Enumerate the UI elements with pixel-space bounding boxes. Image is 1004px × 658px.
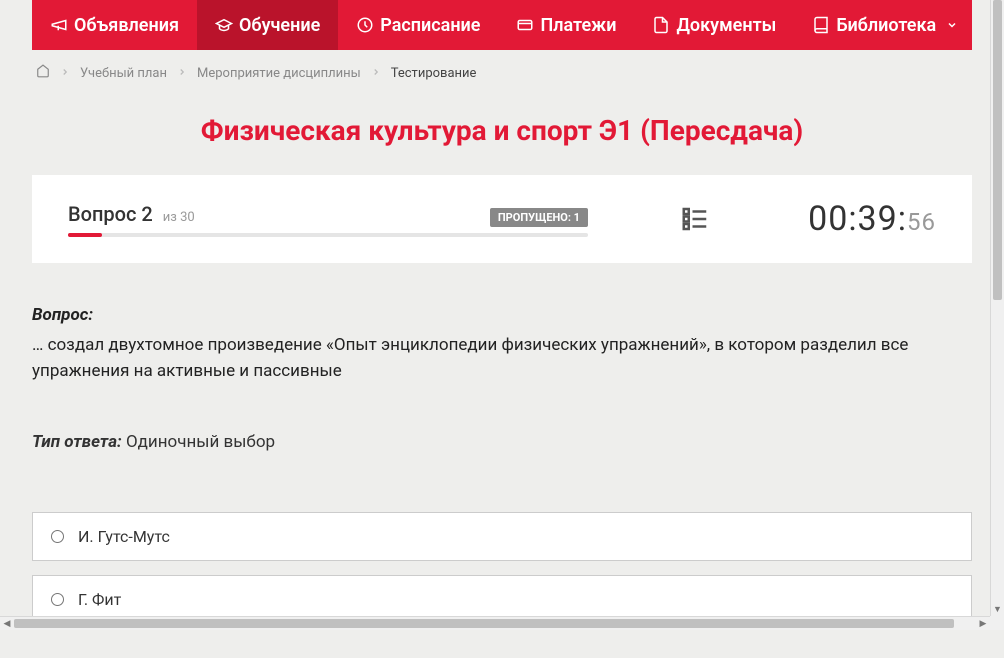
chevron-right-icon [60, 66, 70, 81]
question-progress: Вопрос 2 из 30 ПРОПУЩЕНО: 1 [68, 202, 588, 237]
graduation-cap-icon [215, 16, 233, 34]
page-title: Физическая культура и спорт Э1 (Пересдач… [32, 114, 972, 147]
nav-label: Расписание [380, 15, 480, 36]
radio-input[interactable] [51, 593, 64, 606]
breadcrumb-discipline-event[interactable]: Мероприятие дисциплины [197, 66, 361, 81]
vertical-scrollbar[interactable]: ▲ ▼ [990, 0, 1004, 616]
answer-options: И. Гутс-Мутс Г. Фит [32, 512, 972, 624]
payment-icon [516, 16, 534, 34]
progress-bar [68, 233, 588, 237]
document-icon [652, 16, 670, 34]
scroll-right-icon[interactable]: ▶ [976, 617, 990, 630]
megaphone-icon [50, 16, 68, 34]
question-list-button[interactable] [678, 202, 712, 236]
nav-library[interactable]: Библиотека [794, 0, 976, 50]
clock-icon [356, 16, 374, 34]
nav-education[interactable]: Обучение [197, 0, 338, 50]
scroll-down-icon[interactable]: ▼ [991, 604, 1004, 615]
answer-type-label: Тип ответа: [32, 432, 122, 452]
nav-label: Документы [676, 15, 776, 36]
chevron-down-icon [946, 15, 958, 36]
question-total: из 30 [163, 210, 195, 225]
skipped-badge: ПРОПУЩЕНО: 1 [490, 208, 588, 227]
answer-option[interactable]: И. Гутс-Мутс [32, 512, 972, 561]
breadcrumb-testing: Тестирование [391, 66, 477, 81]
timer: 00:39:56 [808, 199, 936, 239]
scrollbar-corner [990, 616, 1004, 630]
nav-label: Объявления [74, 15, 179, 36]
timer-main: 00:39: [808, 199, 907, 239]
question-number: Вопрос 2 [68, 202, 153, 226]
chevron-right-icon [371, 66, 381, 81]
nav-payments[interactable]: Платежи [498, 0, 634, 50]
vertical-scroll-thumb[interactable] [993, 0, 1002, 300]
question-label: Вопрос: [32, 305, 972, 325]
main-nav: Объявления Обучение Расписание Платежи Д… [32, 0, 972, 50]
question-text: … создал двухтомное произведение «Опыт э… [32, 333, 972, 384]
option-text: Г. Фит [78, 590, 121, 609]
nav-label: Обучение [239, 15, 320, 36]
breadcrumb-study-plan[interactable]: Учебный план [80, 66, 167, 81]
book-icon [812, 16, 830, 34]
horizontal-scroll-thumb[interactable] [14, 619, 954, 628]
home-icon[interactable] [36, 64, 50, 82]
nav-label: Библиотека [836, 15, 936, 36]
status-panel: Вопрос 2 из 30 ПРОПУЩЕНО: 1 00:39:56 [32, 175, 972, 263]
answer-type-value: Одиночный выбор [126, 432, 275, 452]
nav-announcements[interactable]: Объявления [32, 0, 197, 50]
nav-documents[interactable]: Документы [634, 0, 794, 50]
question-body: Вопрос: … создал двухтомное произведение… [32, 263, 972, 658]
scroll-left-icon[interactable]: ◀ [0, 617, 14, 630]
horizontal-scrollbar[interactable]: ◀ ▶ [0, 616, 990, 630]
chevron-right-icon [177, 66, 187, 81]
option-text: И. Гутс-Мутс [78, 527, 170, 546]
radio-input[interactable] [51, 530, 64, 543]
nav-schedule[interactable]: Расписание [338, 0, 498, 50]
timer-seconds: 56 [907, 208, 936, 236]
nav-label: Платежи [540, 15, 616, 36]
breadcrumb: Учебный план Мероприятие дисциплины Тест… [32, 50, 972, 96]
progress-fill [68, 233, 102, 237]
